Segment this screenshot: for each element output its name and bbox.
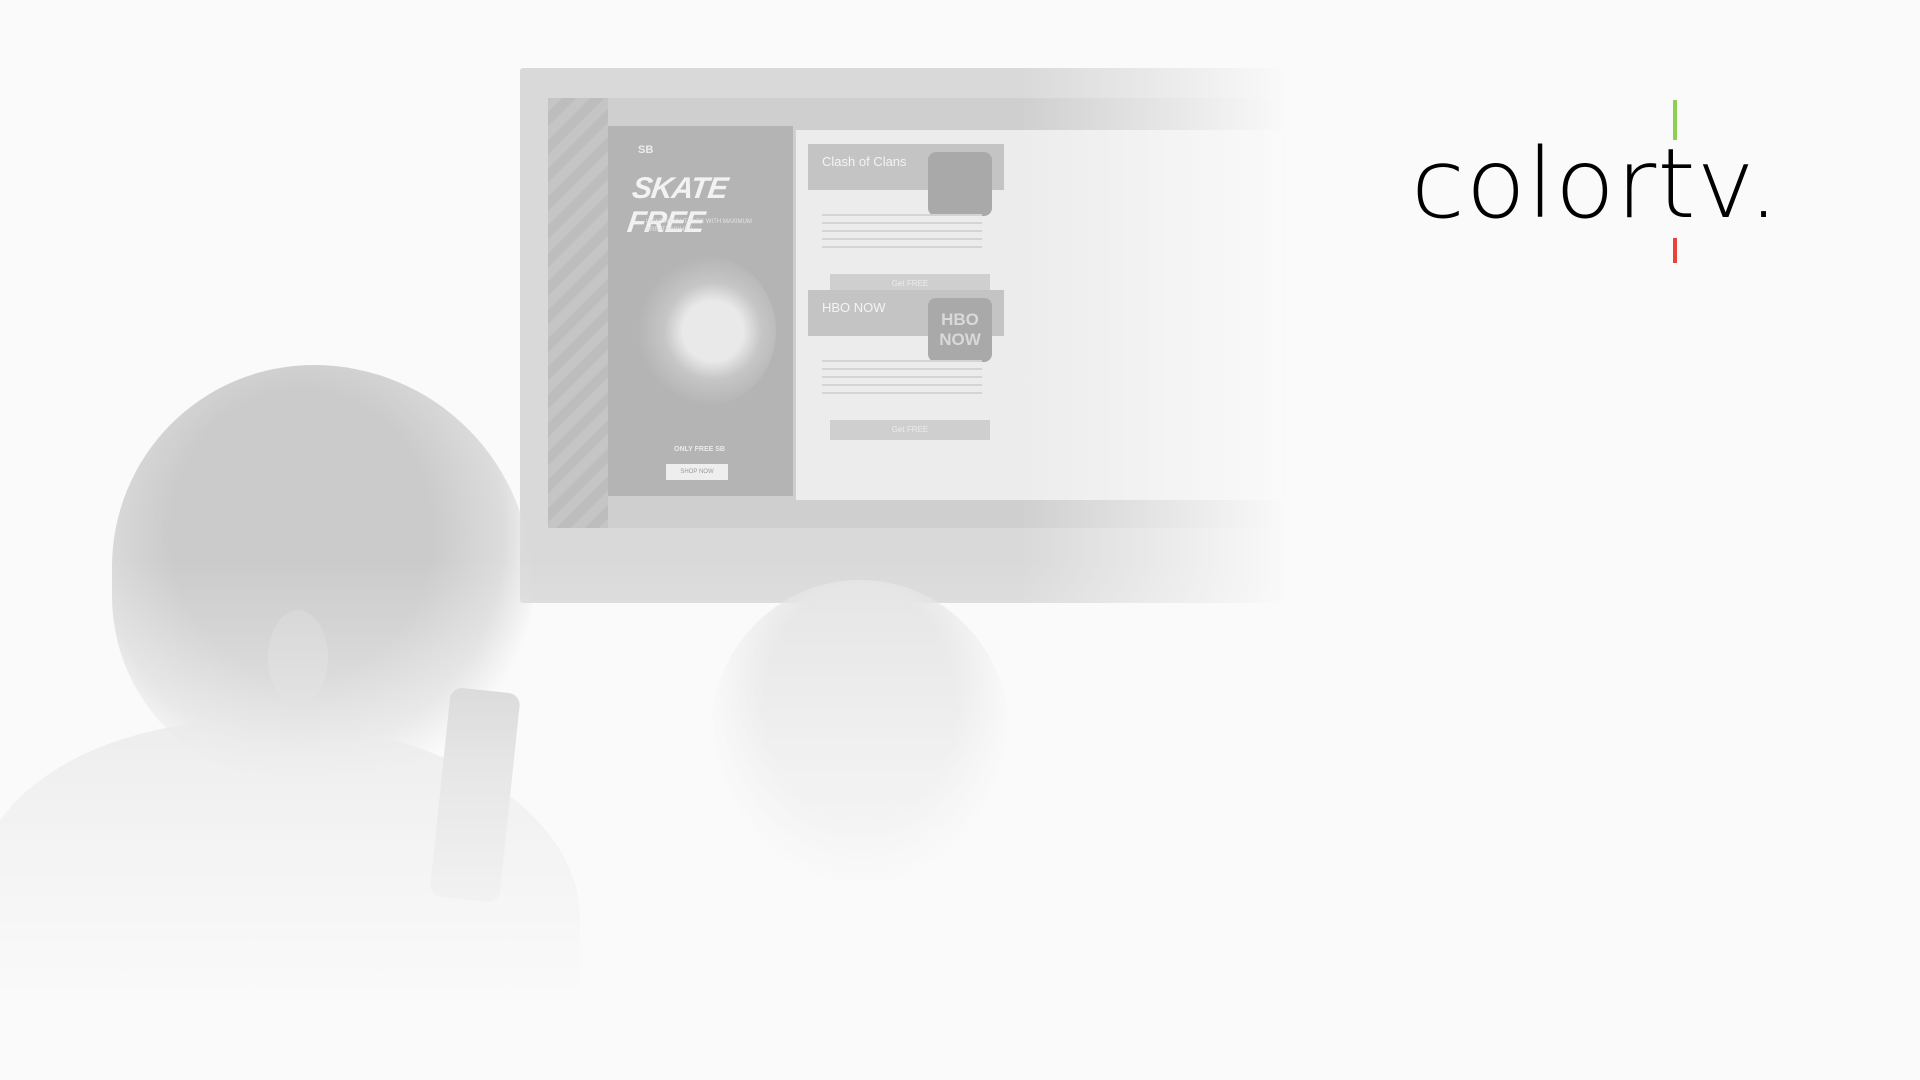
ad-offer: ONLY FREE SB — [674, 446, 725, 453]
game-background — [548, 98, 608, 528]
card-get-button: Get FREE — [830, 420, 990, 440]
promo-banner: SB SKATE FREE LIGHTWEIGHT FLEX WITH MAXI… — [0, 0, 1920, 1080]
sneaker-ad: SB SKATE FREE LIGHTWEIGHT FLEX WITH MAXI… — [608, 126, 793, 496]
bottom-fade-overlay — [0, 560, 1920, 1080]
app-thumbnail — [928, 152, 992, 216]
ad-subtitle: LIGHTWEIGHT FLEX WITH MAXIMUM BREATHABIL… — [646, 219, 752, 233]
app-card: HBO NOW HBO NOW Get FREE — [808, 290, 1004, 460]
brand-mark-icon: SB — [638, 144, 654, 156]
sneaker-image — [636, 256, 776, 406]
app-thumbnail: HBO NOW — [928, 298, 992, 362]
card-title: HBO NOW — [822, 300, 886, 315]
card-title: Clash of Clans — [822, 154, 907, 169]
card-description — [822, 360, 982, 400]
logo-wordmark: colortv. — [1411, 128, 1781, 240]
ad-cta-button: SHOP NOW — [666, 464, 728, 480]
colortv-logo: colortv. — [1405, 98, 1845, 268]
card-description — [822, 214, 982, 254]
app-card: Clash of Clans Get FREE — [808, 144, 1004, 314]
